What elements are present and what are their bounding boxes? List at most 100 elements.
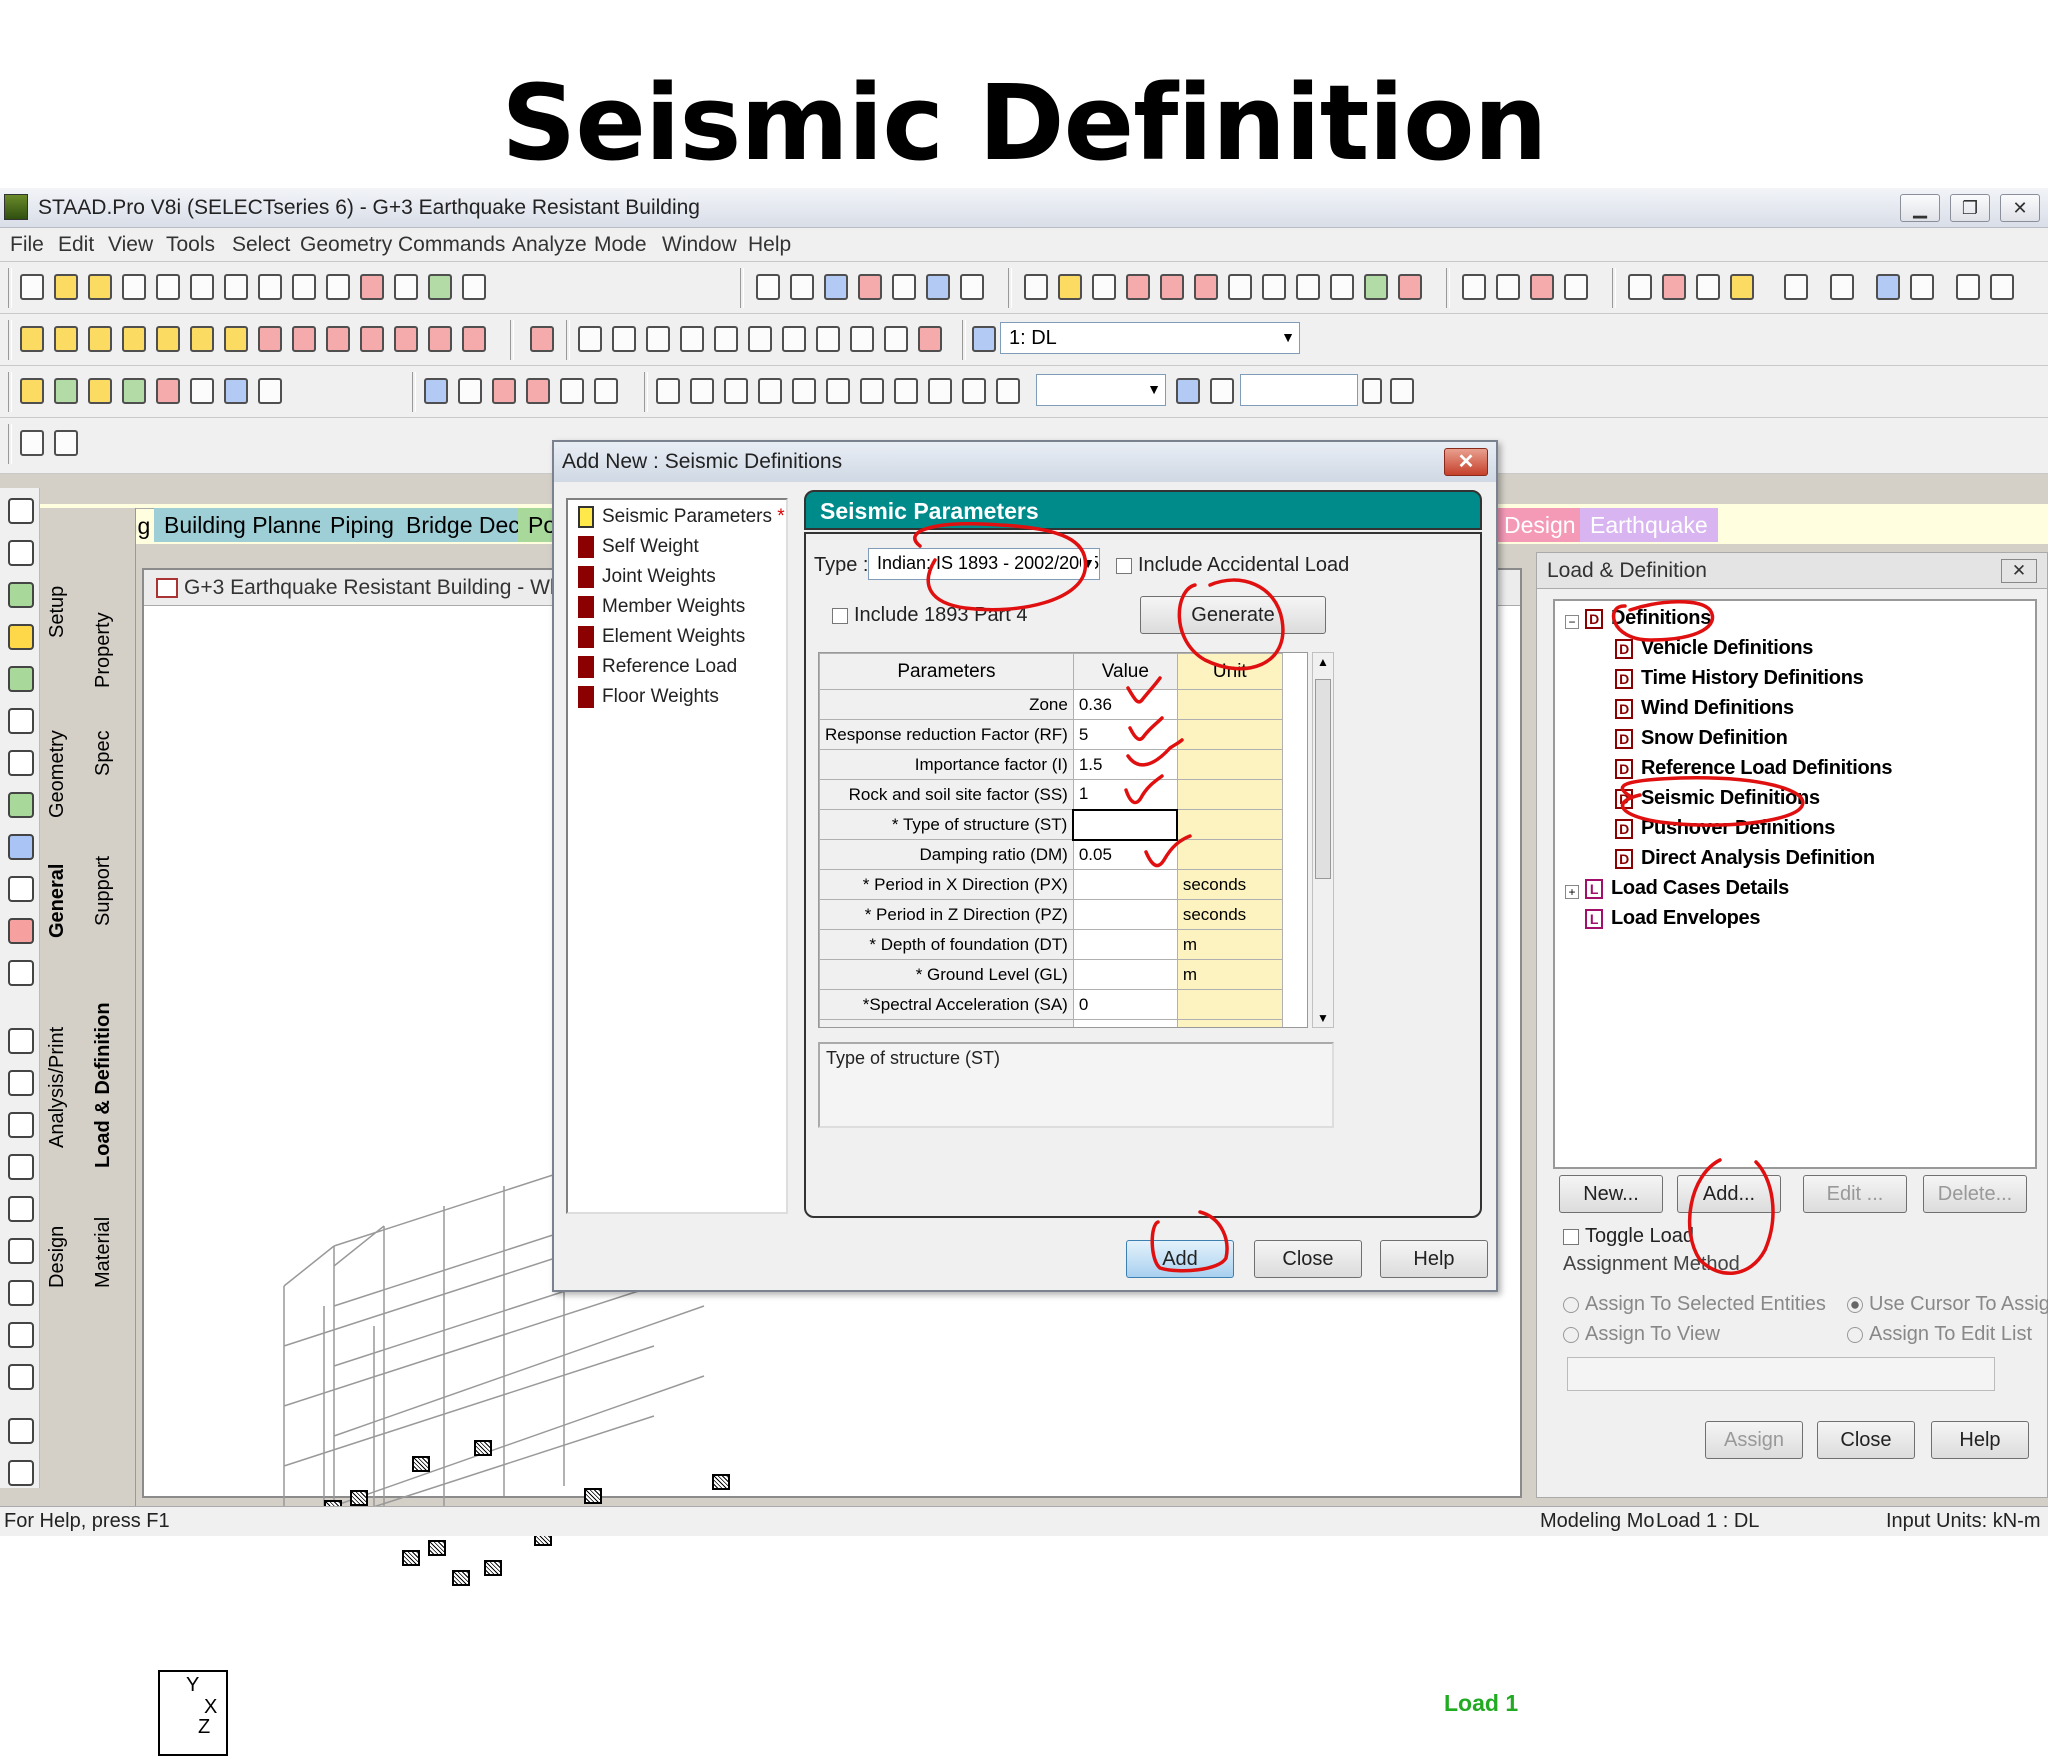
select-solids-icon[interactable] <box>122 378 146 404</box>
toggle-load-checkbox[interactable]: Toggle Load <box>1563 1225 1694 1248</box>
torsion-icon[interactable] <box>928 378 952 404</box>
function-icon[interactable] <box>1830 274 1854 300</box>
select-globe-icon[interactable] <box>224 378 248 404</box>
menu-window[interactable]: Window <box>662 233 737 257</box>
edit-button[interactable]: Edit ... <box>1803 1175 1907 1213</box>
fz-icon[interactable] <box>724 378 748 404</box>
page-layer-icon[interactable] <box>8 1322 34 1348</box>
fx-icon[interactable] <box>656 378 680 404</box>
zoom-previous-icon[interactable] <box>714 326 738 352</box>
tree-seismic-parameters[interactable]: Seismic Parameters * <box>578 506 785 534</box>
axial-icon[interactable] <box>962 378 986 404</box>
line-cursor-icon[interactable] <box>8 876 34 902</box>
cursor-icon[interactable] <box>8 498 34 524</box>
select-geometry-icon[interactable] <box>190 378 214 404</box>
menu-help[interactable]: Help <box>748 233 791 257</box>
expand-icon[interactable]: + <box>1565 885 1579 899</box>
sheet-layer-icon[interactable] <box>8 1364 34 1390</box>
panel-close-button[interactable]: Close <box>1817 1421 1915 1459</box>
line-icon[interactable] <box>594 378 618 404</box>
vtab-material[interactable]: Material <box>92 1217 115 1288</box>
select-plates-icon[interactable] <box>88 378 112 404</box>
list-icon[interactable] <box>8 1112 34 1138</box>
structure-wizard-icon[interactable] <box>428 274 452 300</box>
tab-building-planner[interactable]: Building Planner <box>154 508 342 542</box>
download-icon[interactable] <box>1390 378 1414 404</box>
select-surfaces-icon[interactable] <box>156 378 180 404</box>
redo-icon[interactable] <box>326 274 350 300</box>
edit-input-icon[interactable] <box>20 430 44 456</box>
rotate-left-icon[interactable] <box>326 326 350 352</box>
report-icon[interactable] <box>824 274 848 300</box>
print-preview-icon[interactable] <box>790 274 814 300</box>
tree-definitions[interactable]: D Definitions <box>1585 607 1711 630</box>
pan-icon[interactable] <box>782 326 806 352</box>
load-case-combo[interactable]: 1: DL ▼ <box>1000 322 1300 354</box>
open-folder-icon[interactable] <box>88 274 112 300</box>
move-icon[interactable] <box>8 1028 34 1054</box>
table-icon[interactable] <box>560 378 584 404</box>
tee-section-icon[interactable] <box>1910 274 1934 300</box>
delete-button[interactable]: Delete... <box>1923 1175 2027 1213</box>
param-value[interactable] <box>1072 959 1178 990</box>
generate-button[interactable]: Generate <box>1140 596 1326 634</box>
snapshot-icon[interactable] <box>858 274 882 300</box>
vtab-general[interactable]: General <box>46 864 69 938</box>
dynamic-rotate-icon[interactable] <box>462 326 486 352</box>
dock-icon[interactable] <box>54 430 78 456</box>
pick-icon[interactable] <box>360 274 384 300</box>
plates-cursor-icon[interactable] <box>8 666 34 692</box>
tree-reference-load-definitions[interactable]: D Reference Load Definitions <box>1615 757 1892 780</box>
zoom-in-icon[interactable] <box>578 326 602 352</box>
rotate-down-icon[interactable] <box>292 326 316 352</box>
print-icon[interactable] <box>756 274 780 300</box>
beam-icon[interactable] <box>1092 274 1116 300</box>
tree-element-weights[interactable]: Element Weights <box>578 626 745 654</box>
render-icon[interactable] <box>918 326 942 352</box>
report-layer-icon[interactable] <box>8 1280 34 1306</box>
param-value[interactable]: 1 <box>1072 779 1178 810</box>
tab-earthquake[interactable]: Earthquake <box>1580 508 1718 542</box>
tree-self-weight[interactable]: Self Weight <box>578 536 699 564</box>
vtab-spec[interactable]: Spec <box>92 730 115 776</box>
display-whole-icon[interactable] <box>530 326 554 352</box>
menu-view[interactable]: View <box>108 233 153 257</box>
param-value[interactable] <box>1072 869 1178 900</box>
geometry-cursor-icon[interactable] <box>8 792 34 818</box>
zoom-dynamic-icon[interactable] <box>748 326 772 352</box>
tree-load-cases-details[interactable]: L Load Cases Details <box>1585 877 1789 900</box>
measure-icon[interactable] <box>1228 274 1252 300</box>
sheet-icon[interactable] <box>1956 274 1980 300</box>
translate-icon[interactable] <box>1462 274 1486 300</box>
scroll-up-icon[interactable]: ▲ <box>1317 655 1329 669</box>
param-value-selected[interactable] <box>1072 808 1179 841</box>
tree-pushover-definitions[interactable]: D Pushover Definitions <box>1615 817 1835 840</box>
undo-icon[interactable] <box>292 274 316 300</box>
grid-scrollbar[interactable]: ▲ ▼ <box>1312 652 1334 1028</box>
query-icon[interactable] <box>1262 274 1286 300</box>
align-icon[interactable] <box>8 1418 34 1444</box>
zoom-extents-icon[interactable] <box>816 326 840 352</box>
close-window-button[interactable]: ✕ <box>2000 194 2040 222</box>
solids-cursor-icon[interactable] <box>8 708 34 734</box>
menu-edit[interactable]: Edit <box>58 233 94 257</box>
collapse-icon[interactable]: − <box>1565 615 1579 629</box>
node-icon[interactable] <box>1058 274 1082 300</box>
grid-snap-icon[interactable] <box>492 378 516 404</box>
vtab-support[interactable]: Support <box>92 856 115 926</box>
hand-cursor-icon[interactable] <box>8 960 34 986</box>
param-value[interactable]: 0.36 <box>1072 689 1178 720</box>
scroll-thumb[interactable] <box>1315 679 1331 879</box>
trophy-icon[interactable] <box>1730 274 1754 300</box>
menu-tools[interactable]: Tools <box>166 233 215 257</box>
annotation-icon[interactable] <box>1398 274 1422 300</box>
mz-icon[interactable] <box>826 378 850 404</box>
restore-button[interactable]: ❐ <box>1950 194 1990 222</box>
spin-right-icon[interactable] <box>428 326 452 352</box>
select-grid-icon[interactable] <box>258 378 282 404</box>
dialog-help-button[interactable]: Help <box>1380 1240 1488 1278</box>
spin-icon[interactable] <box>1362 378 1382 404</box>
tree-seismic-definitions[interactable]: D Seismic Definitions <box>1615 787 1820 810</box>
new-file-icon[interactable] <box>20 274 44 300</box>
include-1893-part4-checkbox[interactable]: Include 1893 Part 4 <box>832 604 1027 627</box>
